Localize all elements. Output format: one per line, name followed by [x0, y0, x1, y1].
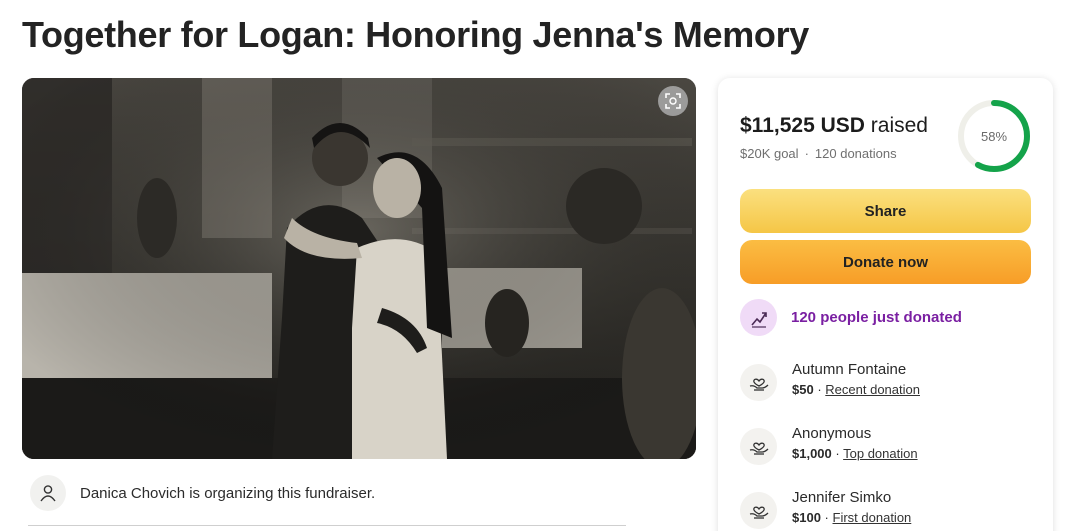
organizer-text: Danica Chovich is organizing this fundra… [80, 484, 376, 502]
donation-count: 120 donations [814, 146, 897, 161]
raised-suffix: raised [870, 114, 928, 137]
page-title: Together for Logan: Honoring Jenna's Mem… [22, 14, 810, 55]
expand-view-button[interactable] [658, 86, 688, 116]
donate-now-button[interactable]: Donate now [740, 240, 1031, 284]
section-divider [28, 525, 626, 526]
organizer-info: Danica Chovich is organizing this fundra… [30, 475, 375, 511]
donor-name: Autumn Fontaine [792, 361, 907, 378]
meta-separator: · [804, 146, 809, 161]
donor-avatar [740, 428, 777, 465]
heart-hand-icon [749, 506, 768, 519]
goal-amount: $20K goal [740, 146, 799, 161]
progress-ring: 58% [956, 98, 1032, 174]
donor-amount: $100 [792, 510, 821, 525]
person-icon [40, 485, 56, 502]
donor-detail: $50 · Recent donation [792, 382, 920, 397]
organizer-avatar [30, 475, 66, 511]
donor-separator: · [817, 382, 822, 397]
expand-view-icon [665, 93, 681, 109]
wedding-photo-image [22, 78, 696, 459]
donor-amount: $1,000 [792, 446, 832, 461]
donor-detail: $100 · First donation [792, 510, 911, 525]
donor-name: Anonymous [792, 425, 872, 442]
raised-amount: $11,525 USD [740, 114, 865, 137]
donation-card: $11,525 USD raised $20K goal · 120 donatio… [718, 78, 1053, 531]
campaign-photo[interactable] [22, 78, 696, 459]
donor-name: Jennifer Simko [792, 489, 892, 506]
recent-donation-link[interactable]: Recent donation [825, 382, 920, 397]
recent-activity-badge [740, 299, 777, 336]
trending-up-icon [750, 311, 767, 328]
donor-avatar [740, 492, 777, 529]
donor-item: Jennifer Simko $100 · First donation [740, 488, 911, 529]
goal-meta: $20K goal · 120 donations [740, 146, 897, 161]
amount-raised: $11,525 USD raised [740, 114, 928, 138]
heart-hand-icon [749, 378, 768, 391]
progress-label: 58% [980, 128, 1008, 144]
donor-amount: $50 [792, 382, 814, 397]
donor-separator: · [824, 510, 829, 525]
donor-detail: $1,000 · Top donation [792, 446, 918, 461]
donor-separator: · [835, 446, 840, 461]
donor-avatar [740, 364, 777, 401]
recent-activity-text: 120 people just donated [791, 309, 962, 326]
heart-hand-icon [749, 442, 768, 455]
top-donation-link[interactable]: Top donation [843, 446, 917, 461]
share-button[interactable]: Share [740, 189, 1031, 233]
first-donation-link[interactable]: First donation [833, 510, 912, 525]
donor-item: Anonymous $1,000 · Top donation [740, 424, 918, 465]
recent-activity[interactable]: 120 people just donated [740, 299, 962, 336]
donor-item: Autumn Fontaine $50 · Recent donation [740, 360, 920, 401]
